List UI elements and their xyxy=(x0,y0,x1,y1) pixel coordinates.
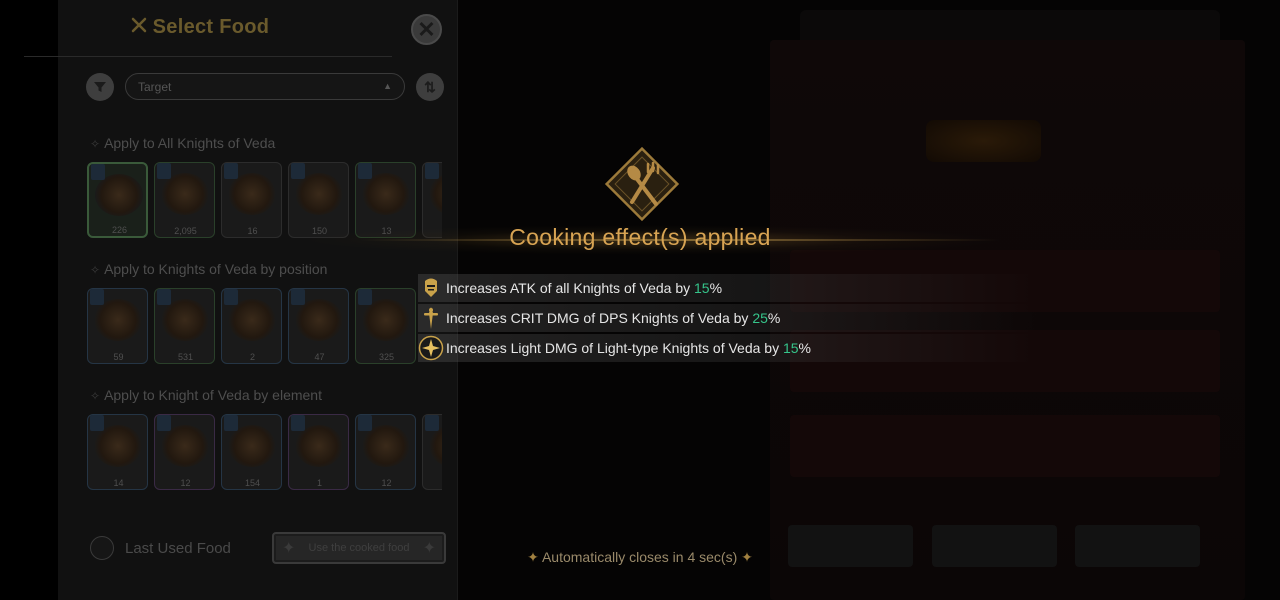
food-card[interactable] xyxy=(422,414,442,490)
target-select-value: Target xyxy=(138,80,172,94)
background-row xyxy=(790,415,1220,477)
food-card[interactable]: 226 xyxy=(87,162,148,238)
use-cooked-food-button[interactable]: ✦ Use the cooked food ✦ xyxy=(272,532,446,564)
food-card[interactable]: 12 xyxy=(154,414,215,490)
popup-title: Cooking effect(s) applied xyxy=(509,224,771,250)
effect-value: 15 xyxy=(782,340,799,356)
close-button[interactable]: ✕ xyxy=(411,14,442,45)
diamond-icon: ✧ xyxy=(90,137,101,151)
section-heading: ✧ Apply to Knight of Veda by element xyxy=(90,387,322,403)
food-card[interactable]: 1 xyxy=(288,414,349,490)
target-select[interactable]: Target ▲ xyxy=(125,73,405,100)
panel-title: Select Food xyxy=(0,16,400,39)
auto-close-text: Automatically closes in 4 sec(s) xyxy=(541,549,738,565)
knight-helmet-icon xyxy=(425,278,437,297)
section-heading: ✧ Apply to Knights of Veda by position xyxy=(90,261,328,277)
last-used-food-label: Last Used Food xyxy=(125,540,231,557)
spoon-fork-emblem-icon xyxy=(604,146,680,222)
diamond-icon: ✧ xyxy=(90,263,101,277)
sparkle-icon: ✦ xyxy=(741,549,753,565)
panel-title-text: Select Food xyxy=(152,16,270,38)
food-card[interactable]: 14 xyxy=(87,414,148,490)
effect-text: Increases Light DMG of Light-type Knight… xyxy=(446,340,811,356)
utensils-icon xyxy=(131,16,147,39)
food-card[interactable]: 531 xyxy=(154,288,215,364)
effect-row: Increases ATK of all Knights of Veda by … xyxy=(418,274,1038,302)
effect-text: Increases CRIT DMG of DPS Knights of Ved… xyxy=(446,310,781,326)
food-card[interactable]: 2 xyxy=(221,288,282,364)
food-card[interactable]: 2,095 xyxy=(154,162,215,238)
food-card[interactable]: 12 xyxy=(355,414,416,490)
food-card[interactable]: 154 xyxy=(221,414,282,490)
effect-row: Increases CRIT DMG of DPS Knights of Ved… xyxy=(418,304,1038,332)
effect-text: Increases ATK of all Knights of Veda by … xyxy=(446,280,723,296)
food-card[interactable]: 325 xyxy=(355,288,416,364)
section-heading: ✧ Apply to All Knights of Veda xyxy=(90,135,276,151)
filter-button[interactable] xyxy=(86,73,114,101)
food-row-element: 14 12 154 1 12 xyxy=(87,414,442,492)
sort-icon: ⇅ xyxy=(424,78,436,95)
close-icon: ✕ xyxy=(417,16,436,42)
sort-button[interactable]: ⇅ xyxy=(416,73,444,101)
light-star-icon xyxy=(418,335,444,361)
background-button xyxy=(1075,525,1200,567)
title-divider xyxy=(24,56,392,57)
food-card[interactable]: 16 xyxy=(221,162,282,238)
food-card[interactable]: 59 xyxy=(87,288,148,364)
last-used-food-radio[interactable] xyxy=(90,536,114,560)
effect-row: Increases Light DMG of Light-type Knight… xyxy=(418,334,1038,362)
sparkle-icon: ✦ xyxy=(527,549,539,565)
dagger-icon xyxy=(424,307,438,329)
effect-value: 15 xyxy=(694,280,710,296)
food-row-position: 59 531 2 47 325 xyxy=(87,288,442,366)
effect-value: 25 xyxy=(752,310,768,326)
caret-up-icon: ▲ xyxy=(383,81,392,91)
food-card[interactable]: 47 xyxy=(288,288,349,364)
diamond-icon: ✧ xyxy=(90,389,101,403)
filter-icon xyxy=(94,82,106,92)
auto-close-notice: ✦ Automatically closes in 4 sec(s) ✦ xyxy=(440,549,840,566)
background-button xyxy=(932,525,1057,567)
background-food-preview xyxy=(926,120,1041,162)
sparkle-icon: ✦ xyxy=(422,540,436,557)
